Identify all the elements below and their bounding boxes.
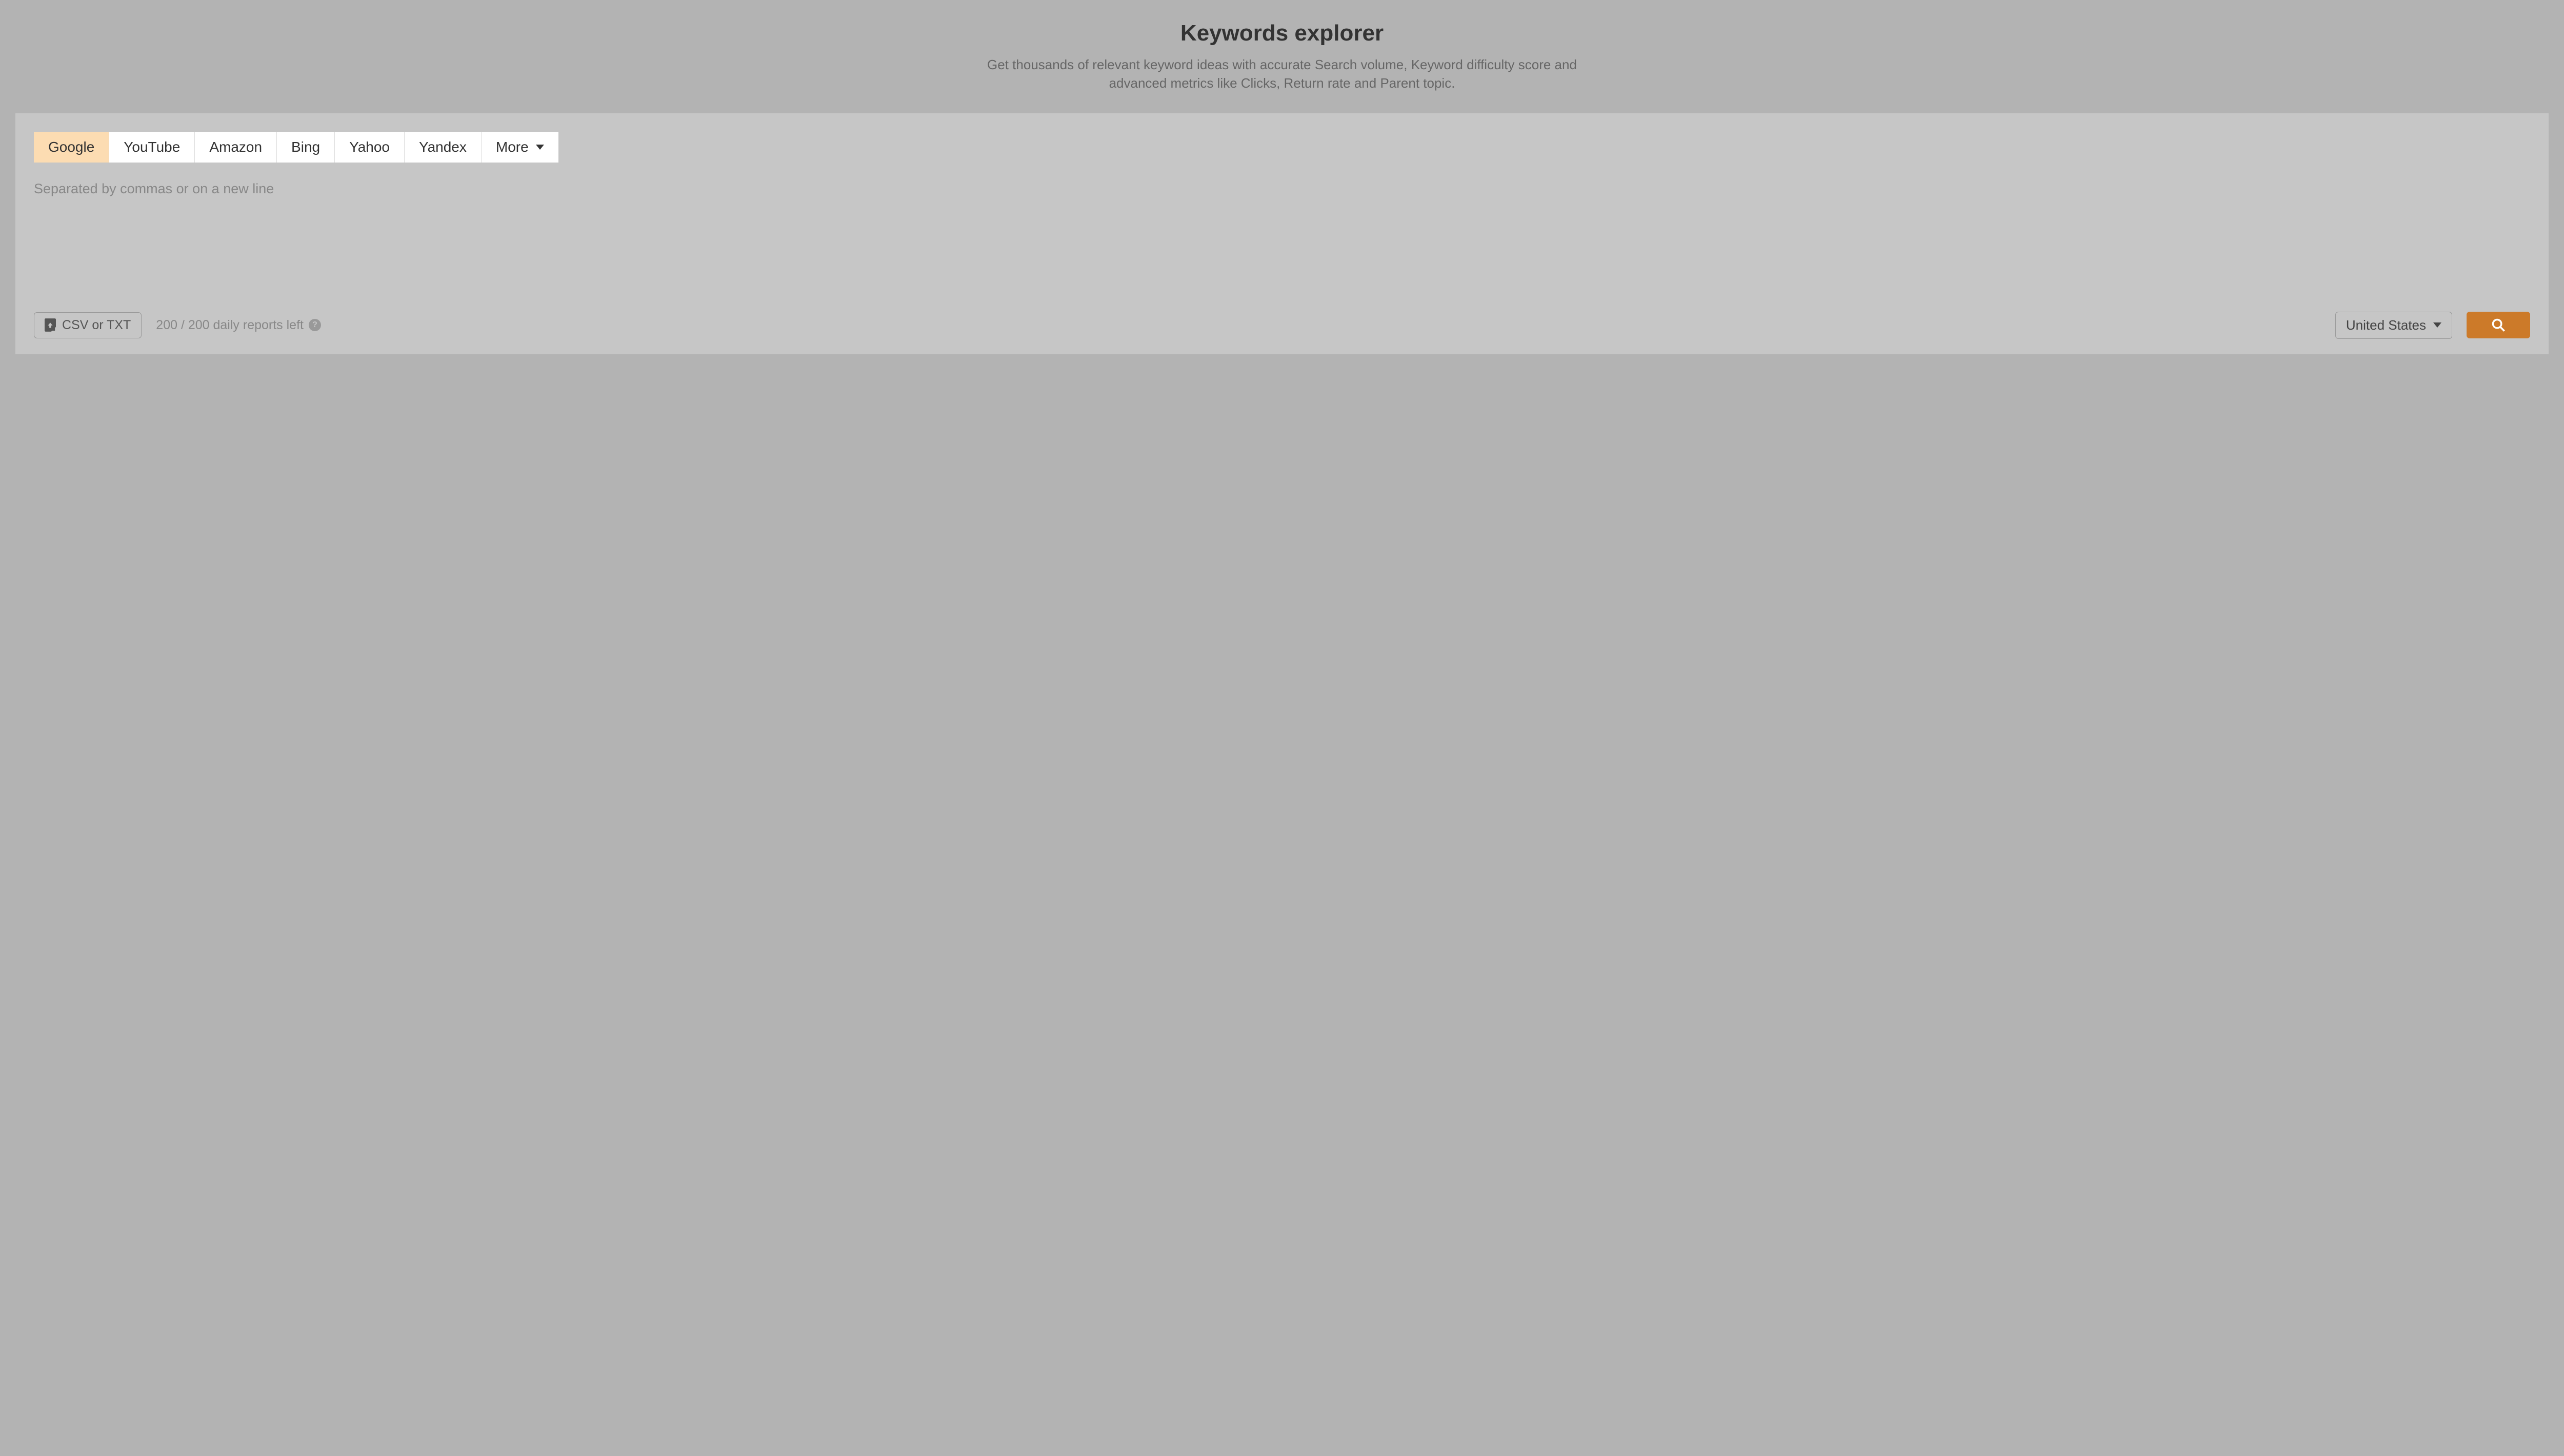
upload-button[interactable]: CSV or TXT [34,312,142,338]
search-engine-tabs: Google YouTube Amazon Bing Yahoo Yandex … [34,132,2530,163]
upload-label: CSV or TXT [62,318,131,333]
reports-remaining-text: 200 / 200 daily reports left [156,318,304,333]
country-label: United States [2346,317,2426,333]
chevron-down-icon [536,145,544,150]
help-icon[interactable]: ? [309,319,321,331]
search-panel: Google YouTube Amazon Bing Yahoo Yandex … [15,113,2549,354]
tab-more-label: More [496,139,529,155]
tab-more[interactable]: More [482,132,558,163]
tab-yahoo[interactable]: Yahoo [335,132,405,163]
page-subtitle: Get thousands of relevant keyword ideas … [974,55,1590,93]
tab-bing[interactable]: Bing [277,132,335,163]
tab-youtube[interactable]: YouTube [109,132,195,163]
search-icon [2491,318,2506,332]
upload-file-icon [45,318,56,332]
tab-amazon[interactable]: Amazon [195,132,277,163]
reports-remaining: 200 / 200 daily reports left ? [156,318,321,333]
tab-google[interactable]: Google [34,132,109,163]
chevron-down-icon [2433,322,2441,328]
keywords-input[interactable] [34,181,2530,294]
panel-footer: CSV or TXT 200 / 200 daily reports left … [34,312,2530,339]
page-title: Keywords explorer [15,21,2549,46]
tab-yandex[interactable]: Yandex [405,132,482,163]
country-select[interactable]: United States [2335,312,2452,339]
search-button[interactable] [2467,312,2530,338]
